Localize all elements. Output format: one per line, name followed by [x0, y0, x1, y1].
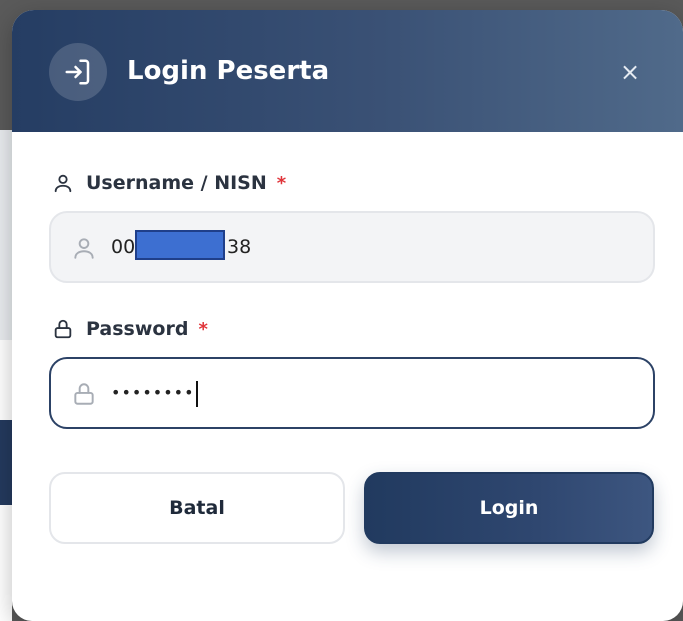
user-icon: [74, 238, 94, 259]
modal-header: Login Peserta ×: [12, 10, 683, 132]
lock-icon: [74, 383, 94, 405]
modal-title: Login Peserta: [127, 56, 330, 86]
text-caret: [195, 380, 198, 407]
login-icon-badge: [49, 43, 107, 101]
password-label: Password *: [52, 316, 208, 342]
cancel-button[interactable]: Batal: [49, 472, 345, 544]
username-label: Username / NISN *: [52, 170, 286, 196]
username-value-suffix: 38: [227, 236, 252, 258]
password-input[interactable]: ••••••••: [49, 357, 655, 429]
user-icon: [54, 174, 72, 193]
password-masked-text: ••••••••: [111, 383, 195, 402]
redaction-box: [135, 230, 225, 260]
login-button[interactable]: Login: [364, 472, 654, 544]
background-panel: [0, 505, 12, 621]
background-panel: [0, 340, 12, 420]
required-marker: *: [198, 318, 208, 340]
password-label-text: Password: [86, 318, 189, 340]
login-icon: [65, 59, 90, 85]
username-label-text: Username / NISN: [86, 172, 267, 194]
close-button[interactable]: ×: [612, 57, 648, 87]
password-value: ••••••••: [111, 359, 198, 427]
background-panel: [0, 420, 12, 505]
username-input[interactable]: 00 38: [49, 211, 655, 283]
username-value-prefix: 00: [111, 236, 136, 258]
background-panel: [0, 130, 12, 340]
required-marker: *: [276, 172, 287, 194]
login-modal: Login Peserta × Username / NISN * 00 38 …: [12, 10, 683, 621]
lock-icon: [54, 319, 72, 339]
